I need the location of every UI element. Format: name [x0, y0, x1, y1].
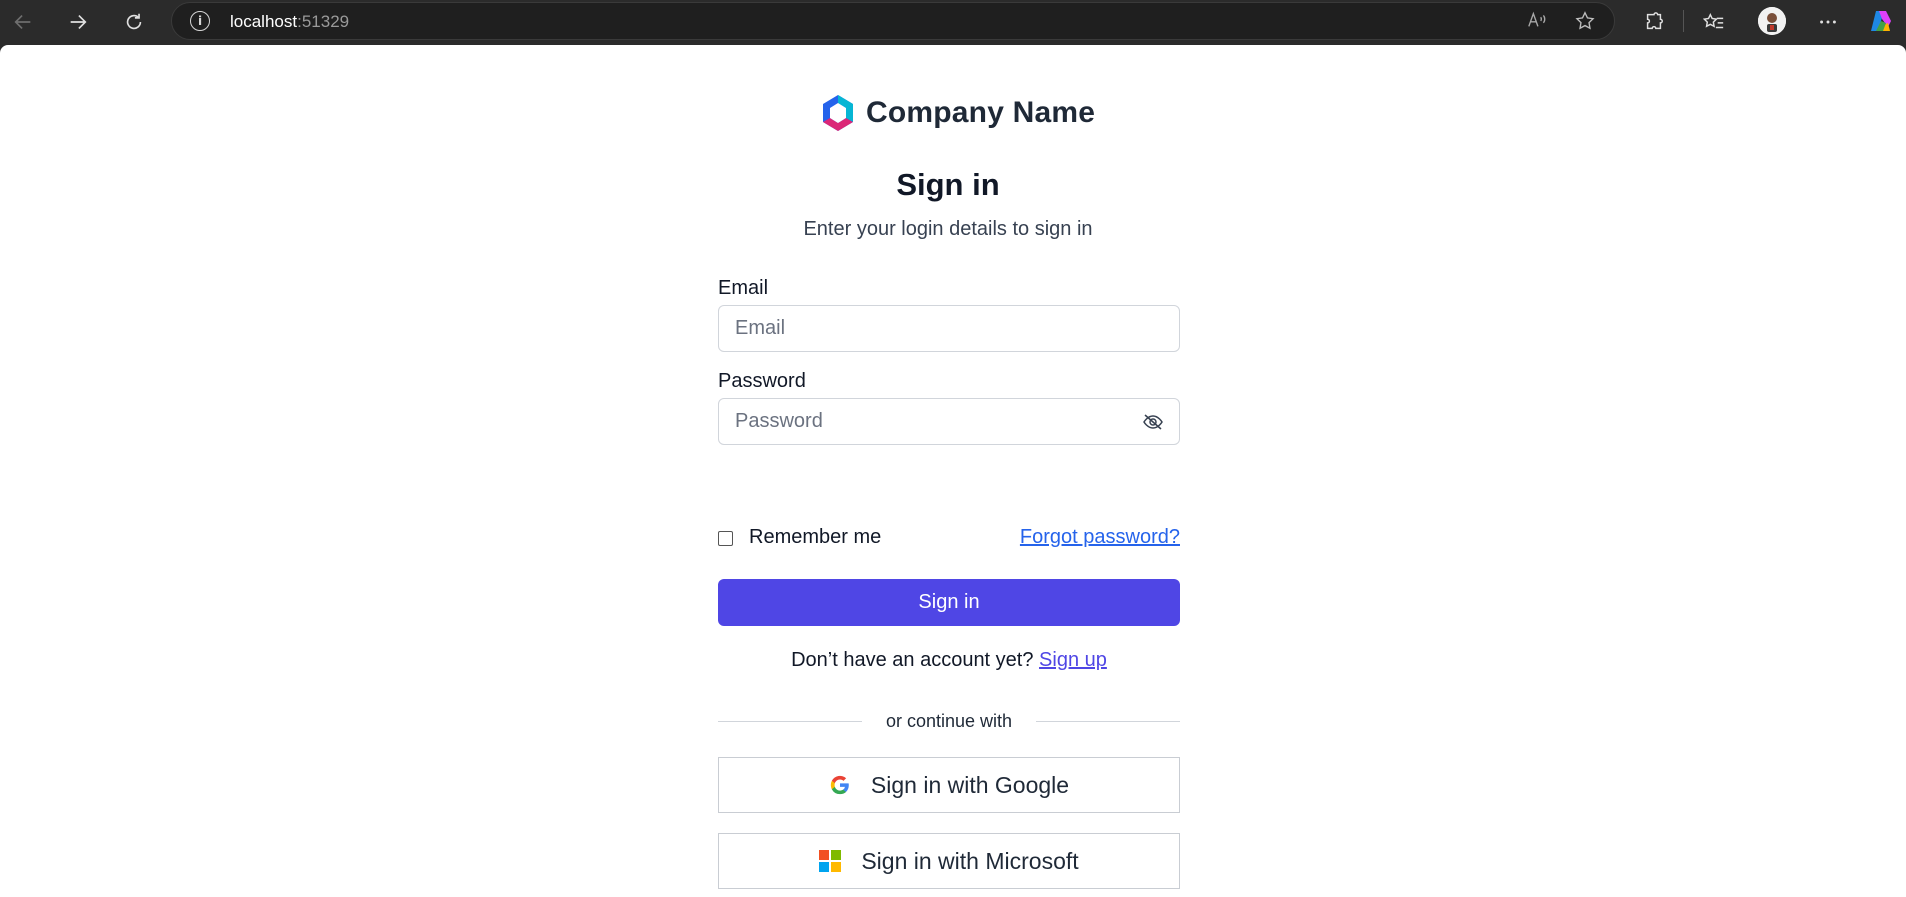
- signin-form: Email Password Remember me Forgot passwo…: [718, 277, 1180, 889]
- favorite-star-icon[interactable]: [1574, 10, 1596, 37]
- google-signin-button[interactable]: Sign in with Google: [718, 757, 1180, 813]
- info-icon[interactable]: i: [190, 11, 210, 31]
- page-title: Sign in: [896, 167, 1000, 202]
- email-field[interactable]: [719, 306, 1179, 351]
- remember-checkbox[interactable]: [718, 531, 733, 546]
- brand-header: Company Name: [820, 93, 1095, 133]
- more-icon[interactable]: [1814, 8, 1842, 36]
- signup-link[interactable]: Sign up: [1039, 649, 1107, 671]
- remember-label[interactable]: Remember me: [749, 526, 881, 549]
- forward-arrow-icon[interactable]: [64, 8, 92, 36]
- company-logo-icon: [823, 95, 853, 131]
- microsoft-icon: [819, 850, 842, 872]
- no-account-text: Don’t have an account yet?: [791, 649, 1040, 671]
- microsoft-signin-button[interactable]: Sign in with Microsoft: [718, 833, 1180, 889]
- browser-toolbar: i localhost:51329: [0, 0, 1906, 45]
- signup-prompt: Don’t have an account yet? Sign up: [718, 649, 1180, 672]
- refresh-icon[interactable]: [120, 8, 148, 36]
- read-aloud-icon[interactable]: [1526, 10, 1548, 35]
- url-host: localhost: [230, 12, 298, 31]
- google-icon: [830, 775, 849, 795]
- divider-text: or continue with: [885, 711, 1013, 731]
- address-bar[interactable]: i localhost:51329: [171, 2, 1615, 40]
- or-divider: or continue with: [718, 711, 1180, 731]
- email-label: Email: [718, 277, 769, 299]
- toolbar-divider: [1683, 10, 1684, 32]
- password-field[interactable]: [719, 399, 1179, 444]
- favorites-icon[interactable]: [1700, 8, 1728, 36]
- microsoft-signin-label: Sign in with Microsoft: [861, 847, 1079, 874]
- signin-button[interactable]: Sign in: [718, 579, 1180, 626]
- copilot-icon[interactable]: [1867, 7, 1895, 35]
- forgot-password-link[interactable]: Forgot password?: [1020, 526, 1180, 549]
- login-page: Company Name Sign in Enter your login de…: [0, 45, 1906, 897]
- email-field-wrapper: [718, 305, 1180, 352]
- google-signin-label: Sign in with Google: [870, 771, 1070, 798]
- eye-off-icon[interactable]: [1143, 413, 1163, 431]
- url-port: :51329: [297, 12, 350, 31]
- remember-row: Remember me Forgot password?: [718, 523, 1180, 553]
- company-name: Company Name: [866, 96, 1096, 129]
- extensions-icon[interactable]: [1640, 8, 1668, 36]
- url-text: localhost:51329: [230, 12, 349, 32]
- back-arrow-icon[interactable]: [9, 8, 37, 36]
- page-subtitle: Enter your login details to sign in: [803, 218, 1093, 240]
- password-label: Password: [718, 370, 806, 392]
- password-field-wrapper: [718, 398, 1180, 445]
- profile-avatar[interactable]: [1758, 7, 1786, 35]
